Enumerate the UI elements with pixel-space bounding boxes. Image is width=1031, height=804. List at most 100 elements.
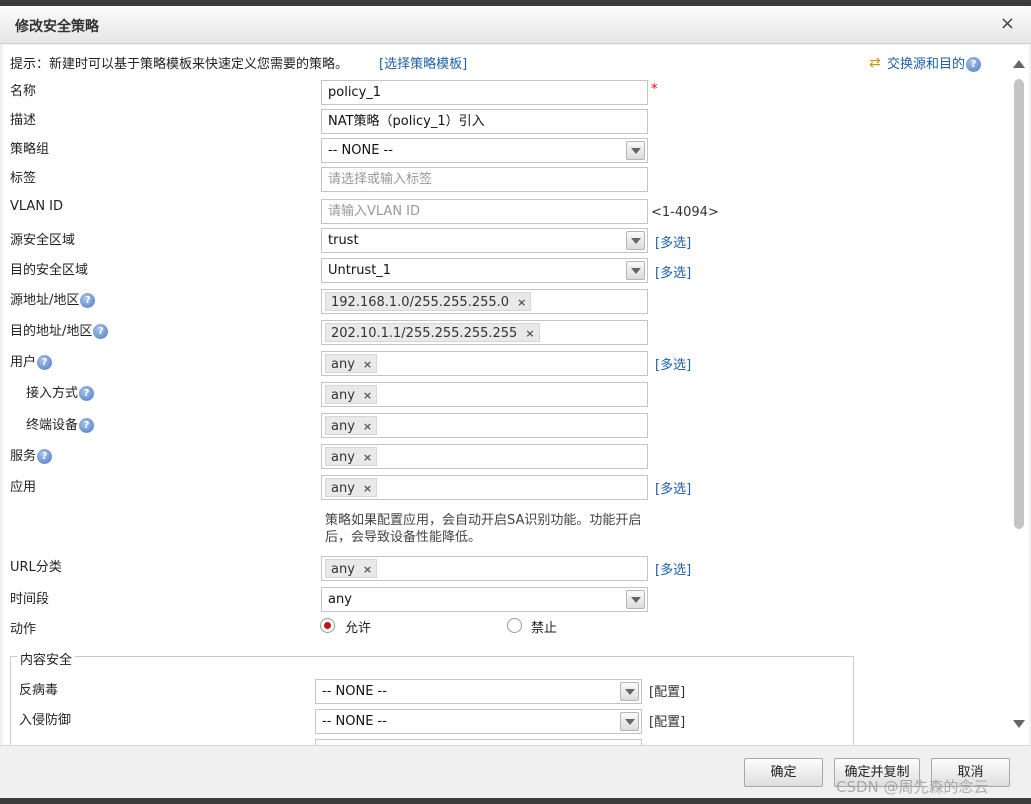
source-address-tag: 192.168.1.0/255.255.255.0 ×	[325, 292, 532, 311]
application-note: 策略如果配置应用，会自动开启SA识别功能。功能开启后，会导致设备性能降低。	[325, 513, 642, 545]
swap-label: 交换源和目的	[887, 57, 966, 72]
dest-address-label: 目的地址/地区?	[10, 320, 109, 339]
dest-address-field[interactable]: 202.10.1.1/255.255.255.255 ×	[321, 320, 648, 345]
scroll-down-icon[interactable]	[1013, 720, 1025, 728]
chevron-down-icon[interactable]	[620, 712, 639, 731]
application-field[interactable]: any ×	[321, 475, 648, 500]
vertical-scrollbar[interactable]	[1010, 50, 1028, 740]
dest-address-tag: 202.10.1.1/255.255.255.255 ×	[325, 323, 540, 342]
scrollbar-thumb[interactable]	[1014, 79, 1024, 529]
chevron-down-icon[interactable]	[626, 590, 645, 609]
user-multi-link[interactable]: [多选]	[655, 354, 691, 373]
chevron-down-icon[interactable]	[620, 682, 639, 701]
close-icon[interactable]: ×	[1000, 14, 1015, 34]
help-icon[interactable]: ?	[93, 324, 109, 339]
source-address-label: 源地址/地区?	[10, 289, 96, 308]
description-label: 描述	[10, 113, 37, 128]
url-category-label: URL分类	[10, 560, 62, 575]
help-icon[interactable]: ?	[79, 418, 95, 433]
access-method-field[interactable]: any ×	[321, 382, 648, 407]
policy-group-select[interactable]: -- NONE --	[321, 138, 648, 163]
remove-tag-icon[interactable]: ×	[363, 358, 372, 371]
required-mark: *	[651, 82, 658, 97]
chevron-down-icon[interactable]	[626, 141, 645, 160]
application-tag: any ×	[325, 478, 378, 497]
select-template-link[interactable]: [选择策略模板]	[379, 53, 467, 72]
name-field[interactable]: policy_1	[321, 80, 648, 105]
user-field[interactable]: any ×	[321, 351, 648, 376]
url-category-field[interactable]: any ×	[321, 556, 648, 581]
ips-value: -- NONE --	[322, 714, 387, 729]
source-zone-label: 源安全区域	[10, 233, 76, 248]
dest-zone-value: Untrust_1	[328, 263, 392, 278]
policy-group-value: -- NONE --	[328, 143, 393, 158]
dest-zone-label: 目的安全区域	[10, 263, 89, 278]
policy-group-label: 策略组	[10, 142, 50, 157]
time-range-label: 时间段	[10, 592, 50, 607]
application-multi-link[interactable]: [多选]	[655, 478, 691, 497]
dest-zone-select[interactable]: Untrust_1	[321, 258, 648, 283]
ips-select[interactable]: -- NONE --	[315, 709, 642, 734]
terminal-device-field[interactable]: any ×	[321, 413, 648, 438]
scroll-up-icon[interactable]	[1013, 60, 1025, 68]
source-zone-value: trust	[328, 233, 359, 248]
service-label: 服务?	[10, 445, 53, 464]
vlan-input[interactable]: 请输入VLAN ID	[321, 199, 648, 224]
remove-tag-icon[interactable]: ×	[363, 451, 372, 464]
deny-label[interactable]: 禁止	[531, 617, 557, 636]
help-icon[interactable]: ?	[966, 57, 982, 72]
remove-tag-icon[interactable]: ×	[363, 563, 372, 576]
source-address-field[interactable]: 192.168.1.0/255.255.255.0 ×	[321, 289, 648, 314]
service-tag: any ×	[325, 447, 378, 466]
source-zone-select[interactable]: trust	[321, 228, 648, 253]
time-range-value: any	[328, 592, 352, 607]
help-icon[interactable]: ?	[80, 293, 96, 308]
description-field[interactable]: NAT策略（policy_1）引入	[321, 109, 648, 134]
terminal-device-label: 终端设备?	[26, 414, 95, 433]
chevron-down-icon[interactable]	[626, 231, 645, 250]
ok-button[interactable]: 确定	[744, 758, 823, 787]
access-method-label: 接入方式?	[26, 382, 95, 401]
terminal-device-tag: any ×	[325, 416, 378, 435]
help-icon[interactable]: ?	[37, 449, 53, 464]
access-method-tag: any ×	[325, 385, 378, 404]
user-tag: any ×	[325, 354, 378, 373]
remove-tag-icon[interactable]: ×	[363, 482, 372, 495]
help-icon[interactable]: ?	[79, 386, 95, 401]
deny-radio[interactable]	[507, 618, 522, 633]
antivirus-select[interactable]: -- NONE --	[315, 679, 642, 704]
url-category-multi-link[interactable]: [多选]	[655, 559, 691, 578]
window-bottom-edge	[0, 798, 1031, 804]
vlan-range-hint: <1-4094>	[651, 205, 719, 220]
ips-config-link[interactable]: [配置]	[649, 711, 685, 730]
remove-tag-icon[interactable]: ×	[363, 420, 372, 433]
dialog-titlebar: 修改安全策略 ×	[0, 6, 1031, 44]
remove-tag-icon[interactable]: ×	[525, 327, 534, 340]
remove-tag-icon[interactable]: ×	[363, 389, 372, 402]
antivirus-config-link[interactable]: [配置]	[649, 681, 685, 700]
dest-zone-multi-link[interactable]: [多选]	[655, 262, 691, 281]
name-label: 名称	[10, 84, 37, 99]
tag-input[interactable]: 请选择或输入标签	[321, 167, 648, 192]
remove-tag-icon[interactable]: ×	[517, 296, 526, 309]
allow-radio[interactable]	[320, 618, 335, 633]
service-field[interactable]: any ×	[321, 444, 648, 469]
swap-source-dest-link[interactable]: 交换源和目的?	[869, 53, 982, 72]
content-security-legend: 内容安全	[17, 649, 76, 668]
watermark-text: CSDN @周先森的念云	[836, 778, 989, 796]
hint-text: 提示：新建时可以基于策略模板来快速定义您需要的策略。	[10, 57, 349, 72]
antivirus-value: -- NONE --	[322, 684, 387, 699]
url-category-tag: any ×	[325, 559, 378, 578]
user-label: 用户?	[10, 351, 53, 370]
source-zone-multi-link[interactable]: [多选]	[655, 232, 691, 251]
time-range-select[interactable]: any	[321, 587, 648, 612]
antivirus-label: 反病毒	[19, 683, 59, 698]
application-label: 应用	[10, 480, 37, 495]
ips-label: 入侵防御	[19, 713, 72, 728]
allow-label[interactable]: 允许	[345, 617, 371, 636]
vlan-label: VLAN ID	[10, 199, 64, 214]
chevron-down-icon[interactable]	[626, 261, 645, 280]
action-label: 动作	[10, 622, 37, 637]
tag-label: 标签	[10, 171, 37, 186]
help-icon[interactable]: ?	[37, 355, 53, 370]
